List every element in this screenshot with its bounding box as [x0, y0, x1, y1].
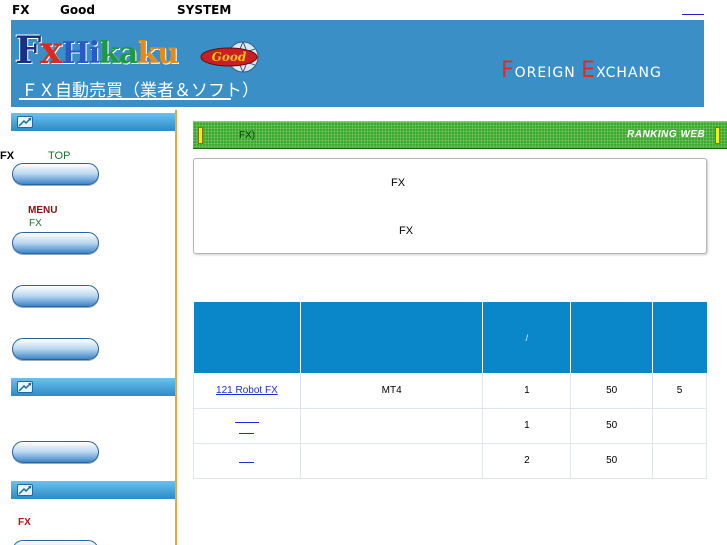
ranking-tag: RANKING WEB: [627, 129, 706, 140]
sidebar-menu-label: MENU: [28, 205, 58, 216]
chart-arrow-icon: [17, 484, 33, 496]
sidebar-button-menu-2[interactable]: [12, 285, 99, 307]
sidebar-button-top[interactable]: [12, 163, 99, 185]
table-cell-name: [193, 408, 301, 444]
table-cell: 2: [482, 443, 572, 479]
table-row: 1 50: [193, 408, 707, 444]
sidebar-fx-red-label: FX: [18, 517, 31, 528]
ranking-table: / 121 Robot FX MT4 1 50 5 1 50 2 50: [193, 302, 707, 479]
foreign-exchange-slogan: FOREIGN EXCHANG: [501, 58, 662, 83]
chart-arrow-icon: [17, 116, 33, 128]
table-cell-platform: MT4: [300, 373, 484, 409]
table-cell: [652, 408, 707, 444]
left-sidebar: FX TOP MENU FX FX: [0, 110, 177, 545]
badge-good-text: Good: [212, 50, 247, 64]
table-header-cell: [570, 302, 654, 373]
table-row: 2 50: [193, 443, 707, 479]
sidebar-button-section-3[interactable]: [12, 540, 99, 545]
chart-arrow-icon: [17, 381, 33, 393]
table-cell-name: 121 Robot FX: [193, 373, 301, 409]
sidebar-section-header: [11, 378, 175, 396]
product-link[interactable]: [239, 462, 255, 463]
header-brand-fx: FX: [12, 3, 30, 17]
product-link-2[interactable]: [239, 432, 255, 434]
logo-underline: [19, 98, 231, 100]
table-header-cell: [652, 302, 707, 373]
table-cell-name: [193, 443, 301, 479]
table-cell: 5: [652, 373, 707, 409]
product-link[interactable]: 121 Robot FX: [216, 385, 278, 396]
header-brand-good: Good: [60, 3, 95, 17]
sidebar-section-header: [11, 113, 175, 131]
ranking-title: FX): [239, 130, 256, 141]
table-header-row: /: [193, 302, 707, 373]
sidebar-button-menu-1[interactable]: [12, 232, 99, 254]
ranking-header-bar: FX) RANKING WEB: [193, 121, 727, 149]
table-cell: [652, 443, 707, 479]
header-brand-system: SYSTEM: [177, 3, 232, 17]
sidebar-button-menu-3[interactable]: [12, 338, 99, 360]
info-box: FX FX: [193, 158, 707, 254]
sidebar-fx-label: FX: [0, 150, 15, 162]
table-cell: 1: [482, 373, 572, 409]
table-cell: 50: [570, 373, 654, 409]
table-header-cell: /: [482, 302, 572, 373]
sidebar-button-section-2[interactable]: [12, 441, 99, 463]
sidebar-menu-fx: FX: [29, 218, 42, 229]
product-link[interactable]: [234, 421, 259, 423]
yellow-tick-left: [198, 127, 203, 144]
globe-good-badge: Good: [200, 41, 259, 73]
site-banner: FxHikaku Good ＦＸ自動売買（業者＆ソフト） FOREIGN EXC…: [11, 20, 704, 107]
info-line-1: FX: [391, 177, 406, 189]
site-logo[interactable]: FxHikaku: [15, 28, 179, 72]
top-header: FX Good SYSTEM: [0, 0, 727, 20]
table-cell-platform: [300, 408, 484, 444]
sidebar-section-header: [11, 481, 175, 499]
header-top-link[interactable]: [682, 14, 704, 15]
table-header-cell: [300, 302, 484, 373]
sidebar-top-label: TOP: [48, 150, 71, 162]
info-line-2: FX: [399, 225, 414, 237]
yellow-tick-right: [715, 127, 720, 144]
table-cell: 1: [482, 408, 572, 444]
table-cell: 50: [570, 443, 654, 479]
table-cell-platform: [300, 443, 484, 479]
table-cell: 50: [570, 408, 654, 444]
table-header-cell: [193, 302, 301, 373]
table-row: 121 Robot FX MT4 1 50 5: [193, 373, 707, 409]
